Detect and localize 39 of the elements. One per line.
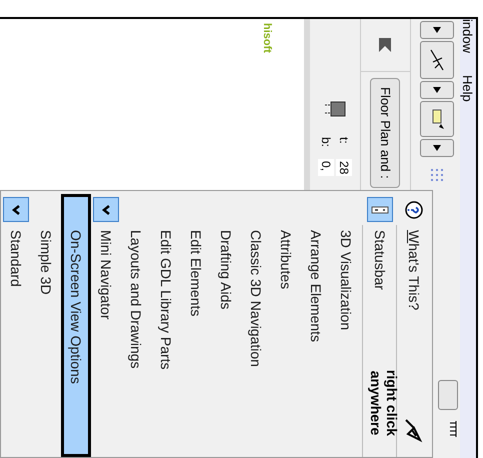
menu-item[interactable]: Statusbar <box>365 194 395 293</box>
menu-item[interactable]: Classic 3D Navigation <box>241 194 271 370</box>
menu-item[interactable]: Mini Navigator <box>91 194 121 322</box>
menu-item[interactable]: Edit Elements <box>181 194 211 320</box>
menu-item[interactable]: Attributes <box>271 194 301 292</box>
flag-icon[interactable] <box>378 37 392 53</box>
line-tool-icon <box>429 48 445 72</box>
menu-item[interactable]: Drafting Aids <box>211 194 241 312</box>
menu-item[interactable]: On-Screen View Options <box>61 194 91 457</box>
menu-item[interactable]: Simple 3D <box>31 194 61 298</box>
statusbar-icon <box>371 206 389 214</box>
dropdown-arrow-button[interactable] <box>420 139 454 157</box>
menu-item[interactable]: Help <box>462 74 474 102</box>
menu-item[interactable]: Edit GDL Library Parts <box>151 194 181 373</box>
top-elevation-label: t: <box>338 137 350 146</box>
dropdown-arrow-button[interactable] <box>420 21 454 39</box>
menu-item[interactable]: Arrange Elements <box>301 194 331 346</box>
menu-item[interactable]: Standard <box>1 194 31 290</box>
menu-item[interactable]: Layouts and Drawings <box>121 194 151 372</box>
menu-item[interactable]: 3D Visualization <box>331 194 361 334</box>
view-tab[interactable]: Floor Plan and : <box>370 78 400 188</box>
annotation-text: right click anywhere <box>368 368 400 438</box>
grid-dots-icon[interactable] <box>430 167 444 183</box>
top-elevation-field[interactable]: 28 <box>336 159 352 176</box>
tool-button[interactable] <box>438 380 458 410</box>
help-icon <box>404 200 424 220</box>
menu-item[interactable]: What's This? <box>399 194 429 314</box>
triangle-icon <box>433 87 441 93</box>
triangle-icon <box>433 27 441 33</box>
line-tool-button[interactable] <box>420 41 454 79</box>
bottom-elevation-field[interactable]: 0, <box>318 159 334 176</box>
bottom-elevation-label: b: <box>320 137 332 148</box>
dropdown-arrow-button[interactable] <box>420 81 454 99</box>
canvas-text: hisoft <box>261 23 273 53</box>
menu-item[interactable]: indow <box>462 19 474 53</box>
chevron-icon <box>102 204 110 214</box>
chevron-icon <box>12 204 20 214</box>
triangle-icon <box>433 145 441 151</box>
door-tool-button[interactable] <box>420 101 454 137</box>
